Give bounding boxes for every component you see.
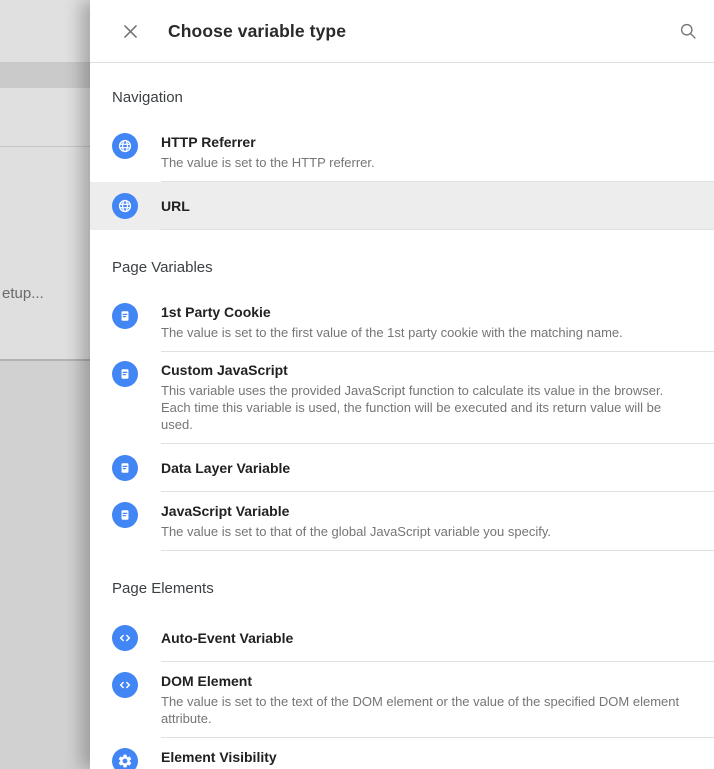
variable-type-title: JavaScript Variable	[161, 503, 289, 519]
variable-type-row[interactable]: Auto-Event Variable	[90, 614, 714, 662]
document-icon	[112, 502, 138, 528]
page-title: Choose variable type	[168, 21, 674, 42]
globe-icon	[112, 133, 138, 159]
variable-type-row[interactable]: 1st Party Cookie The value is set to the…	[90, 293, 714, 352]
variable-type-description: The value is set to the text of the DOM …	[161, 693, 691, 727]
document-icon	[112, 361, 138, 387]
gear-icon	[112, 748, 138, 769]
section-heading: Page Elements	[112, 580, 714, 597]
globe-icon	[112, 193, 138, 219]
variable-type-row[interactable]: URL	[90, 182, 714, 230]
variable-type-title: 1st Party Cookie	[161, 304, 271, 320]
section-heading: Navigation	[112, 89, 714, 106]
variable-type-title: Data Layer Variable	[161, 460, 290, 476]
dimmed-background: etup...	[0, 0, 90, 769]
variable-type-row[interactable]: DOM Element The value is set to the text…	[90, 662, 714, 738]
variable-type-title: URL	[161, 198, 190, 214]
variable-type-section: Page Elements Auto-Event Variable DOM El…	[90, 580, 714, 769]
variable-type-title: DOM Element	[161, 673, 252, 689]
variable-type-row[interactable]: Element Visibility The value is set base…	[90, 738, 714, 769]
variable-type-description: The value is set to the first value of t…	[161, 324, 623, 341]
panel-header: Choose variable type	[90, 0, 714, 63]
background-card: etup...	[0, 147, 90, 361]
section-heading: Page Variables	[112, 259, 714, 276]
document-icon	[112, 303, 138, 329]
background-truncated-text: etup...	[2, 285, 44, 302]
close-icon	[121, 22, 140, 41]
code-icon	[112, 625, 138, 651]
background-top-bar	[0, 0, 90, 63]
variable-type-title: Element Visibility	[161, 749, 277, 765]
variable-type-title: HTTP Referrer	[161, 134, 256, 150]
variable-type-section: Navigation HTTP Referrer The value is se…	[90, 89, 714, 230]
variable-type-description: This variable uses the provided JavaScri…	[161, 382, 691, 433]
variable-type-row[interactable]: Custom JavaScript This variable uses the…	[90, 352, 714, 444]
variable-type-description: The value is set to that of the global J…	[161, 523, 551, 540]
background-tab-bar	[0, 88, 90, 147]
background-lower-area	[0, 361, 90, 769]
section-rows: 1st Party Cookie The value is set to the…	[90, 293, 714, 551]
variable-type-title: Custom JavaScript	[161, 362, 288, 378]
variable-type-description: The value is set to the HTTP referrer.	[161, 154, 375, 171]
variable-type-title: Auto-Event Variable	[161, 630, 293, 646]
search-icon	[678, 21, 698, 41]
variable-type-section: Page Variables 1st Party Cookie The valu…	[90, 259, 714, 551]
section-rows: HTTP Referrer The value is set to the HT…	[90, 123, 714, 230]
section-rows: Auto-Event Variable DOM Element The valu…	[90, 614, 714, 769]
document-icon	[112, 455, 138, 481]
variable-type-row[interactable]: HTTP Referrer The value is set to the HT…	[90, 123, 714, 182]
background-sub-bar	[0, 63, 90, 88]
choose-variable-type-panel: Choose variable type Navigation HTTP Ref…	[90, 0, 714, 769]
close-button[interactable]	[116, 17, 144, 45]
variable-type-row[interactable]: Data Layer Variable	[90, 444, 714, 492]
variable-type-row[interactable]: JavaScript Variable The value is set to …	[90, 492, 714, 551]
search-button[interactable]	[674, 17, 702, 45]
code-icon	[112, 672, 138, 698]
variable-type-list: Navigation HTTP Referrer The value is se…	[90, 63, 714, 769]
